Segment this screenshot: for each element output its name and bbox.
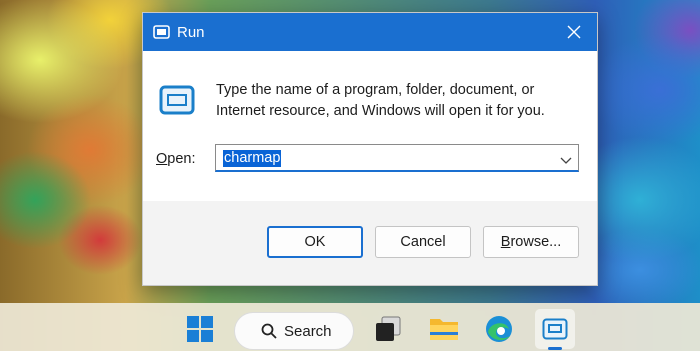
task-view-icon (376, 316, 401, 341)
browse-button[interactable]: Browse... (483, 226, 579, 258)
taskbar: Search (0, 303, 700, 351)
edge-button[interactable] (479, 309, 519, 349)
cancel-button[interactable]: Cancel (375, 226, 471, 258)
browse-accesskey: B (500, 234, 511, 250)
windows-logo-icon (187, 316, 213, 342)
ok-button[interactable]: OK (267, 226, 363, 258)
window-title: Run (177, 24, 205, 41)
chevron-down-icon[interactable] (560, 152, 572, 170)
taskbar-search[interactable]: Search (234, 312, 354, 350)
open-label-accesskey: O (156, 151, 168, 167)
run-taskbar-button[interactable] (535, 309, 575, 349)
open-combobox[interactable]: charmap (215, 144, 579, 172)
file-explorer-button[interactable] (424, 309, 464, 349)
run-dialog: Run Type the name of a program, folder, … (142, 12, 598, 286)
edge-icon (486, 316, 512, 342)
run-icon (153, 25, 170, 44)
close-button[interactable] (551, 13, 597, 51)
search-label: Search (284, 322, 332, 340)
dialog-message: Type the name of a program, folder, docu… (216, 80, 586, 122)
search-icon (261, 323, 277, 339)
open-label-text: pen: (167, 151, 196, 167)
run-icon-large (159, 85, 195, 120)
browse-label: rowse... (510, 234, 562, 250)
file-explorer-icon (430, 319, 458, 340)
dialog-body: Type the name of a program, folder, docu… (143, 51, 597, 201)
message-line-1: Type the name of a program, folder, docu… (216, 82, 535, 98)
open-label: Open: (156, 151, 196, 167)
start-button[interactable] (180, 309, 220, 349)
message-line-2: Internet resource, and Windows will open… (216, 103, 545, 119)
close-icon (567, 25, 581, 39)
run-icon (542, 318, 568, 340)
active-indicator (548, 347, 562, 350)
task-view-button[interactable] (368, 309, 408, 349)
open-input-value[interactable]: charmap (223, 150, 282, 167)
title-bar[interactable]: Run (143, 13, 597, 51)
